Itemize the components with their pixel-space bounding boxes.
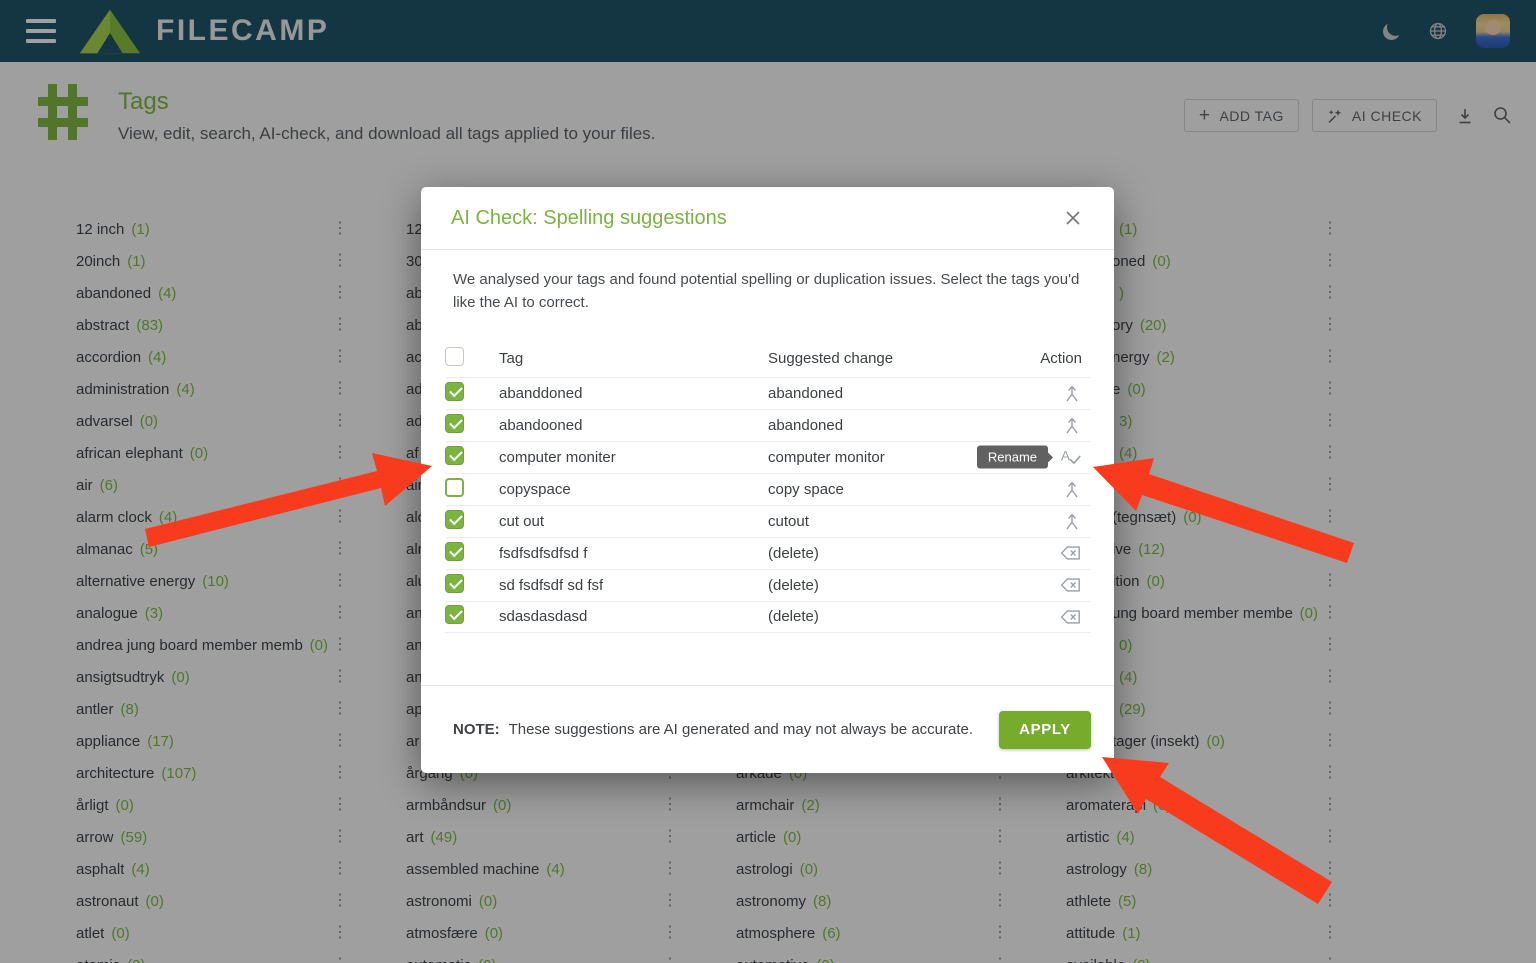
rename-tooltip: Rename bbox=[977, 446, 1048, 469]
merge-action-icon[interactable] bbox=[1062, 415, 1082, 435]
merge-action-icon[interactable] bbox=[1062, 383, 1082, 403]
row-checkbox[interactable] bbox=[445, 478, 464, 497]
suggestion-row: sdasdasdasd(delete) bbox=[445, 601, 1090, 633]
apply-button[interactable]: APPLY bbox=[999, 711, 1091, 749]
suggestion-row: computer monitercomputer monitorARename bbox=[445, 441, 1090, 473]
row-checkbox[interactable] bbox=[445, 605, 464, 624]
merge-action-icon[interactable] bbox=[1062, 511, 1082, 531]
column-header-suggested: Suggested change bbox=[768, 350, 1022, 367]
suggestion-tag: abandooned bbox=[499, 417, 768, 434]
suggestion-tag: abanddoned bbox=[499, 385, 768, 402]
suggestion-tag: copyspace bbox=[499, 481, 768, 498]
row-checkbox[interactable] bbox=[445, 574, 464, 593]
modal-footer: NOTE: These suggestions are AI generated… bbox=[421, 685, 1114, 773]
column-header-action: Action bbox=[1022, 350, 1090, 367]
suggestion-tag: cut out bbox=[499, 513, 768, 530]
svg-text:A: A bbox=[1061, 449, 1071, 464]
delete-action-icon[interactable] bbox=[1060, 574, 1082, 596]
column-header-tag: Tag bbox=[499, 350, 768, 367]
row-checkbox[interactable] bbox=[445, 542, 464, 561]
suggestion-row: abanddonedabandoned bbox=[445, 377, 1090, 409]
suggestions-table: Tag Suggested change Action abanddonedab… bbox=[445, 341, 1090, 633]
suggestion-row: sd fsdfsdf sd fsf(delete) bbox=[445, 569, 1090, 601]
delete-action-icon[interactable] bbox=[1060, 542, 1082, 564]
merge-action-icon[interactable] bbox=[1062, 479, 1082, 499]
suggestion-change: abandoned bbox=[768, 385, 1022, 402]
row-checkbox[interactable] bbox=[445, 510, 464, 529]
row-checkbox[interactable] bbox=[445, 382, 464, 401]
select-all-checkbox[interactable] bbox=[445, 347, 464, 366]
close-icon[interactable] bbox=[1062, 207, 1084, 229]
modal-note: NOTE: These suggestions are AI generated… bbox=[453, 721, 973, 738]
suggestion-tag: computer moniter bbox=[499, 449, 768, 466]
suggestion-change: (delete) bbox=[768, 608, 1022, 625]
suggestion-tag: sd fsdfsdf sd fsf bbox=[499, 577, 768, 594]
suggestion-change: cutout bbox=[768, 513, 1022, 530]
suggestion-tag: sdasdasdasd bbox=[499, 608, 768, 625]
suggestion-change: (delete) bbox=[768, 577, 1022, 594]
row-checkbox[interactable] bbox=[445, 414, 464, 433]
ai-check-modal: AI Check: Spelling suggestions We analys… bbox=[421, 187, 1114, 773]
suggestion-row: cut outcutout bbox=[445, 505, 1090, 537]
suggestion-change: abandoned bbox=[768, 417, 1022, 434]
delete-action-icon[interactable] bbox=[1060, 606, 1082, 628]
suggestion-row: copyspacecopy space bbox=[445, 473, 1090, 505]
suggestion-tag: fsdfsdfsdfsd f bbox=[499, 545, 768, 562]
suggestion-change: copy space bbox=[768, 481, 1022, 498]
rename-action-icon[interactable]: A bbox=[1060, 446, 1082, 468]
modal-description: We analysed your tags and found potentia… bbox=[453, 268, 1082, 315]
modal-title: AI Check: Spelling suggestions bbox=[451, 207, 727, 230]
app-screen: FILECAMP Tags View, edit, search, AI-che… bbox=[0, 0, 1536, 963]
row-checkbox[interactable] bbox=[445, 446, 464, 465]
suggestion-row: abandoonedabandoned bbox=[445, 409, 1090, 441]
suggestion-change: (delete) bbox=[768, 545, 1022, 562]
suggestion-row: fsdfsdfsdfsd f(delete) bbox=[445, 537, 1090, 569]
table-header-row: Tag Suggested change Action bbox=[445, 341, 1090, 377]
